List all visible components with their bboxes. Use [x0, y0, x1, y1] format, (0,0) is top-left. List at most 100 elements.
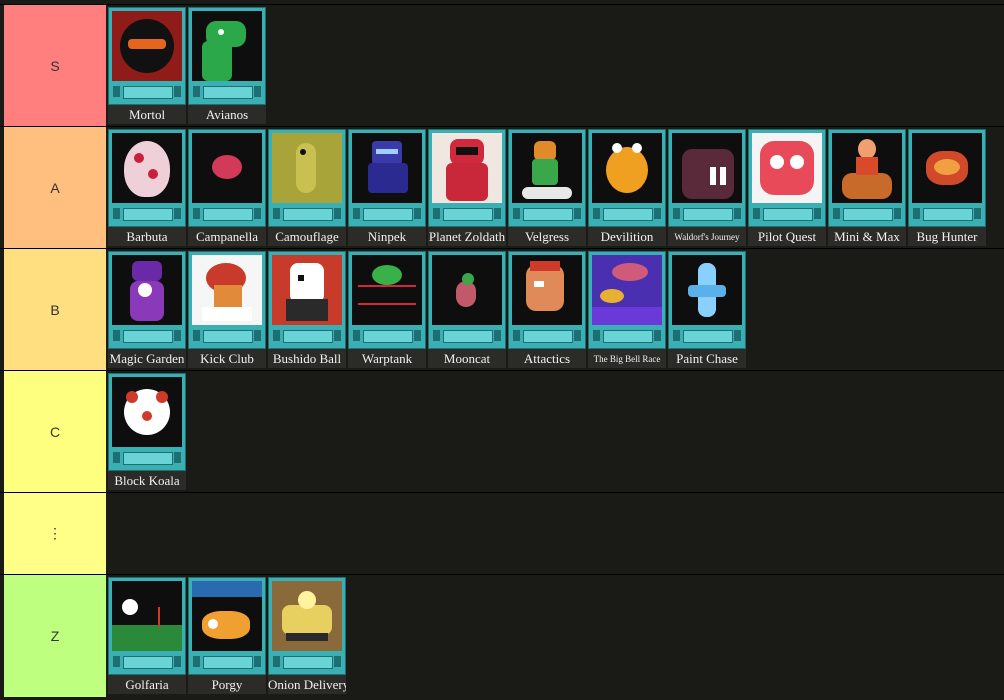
cartridge-image [268, 251, 346, 349]
tier-row-4: C Block Koala [0, 370, 1004, 492]
tier-row-1: S Mortol Avianos [0, 4, 1004, 126]
cartridge-label-slot [683, 330, 733, 343]
game-title: Mooncat [443, 351, 491, 366]
tier-label[interactable]: Z [4, 575, 106, 697]
cartridge-nub [193, 656, 200, 667]
frog-art [592, 133, 662, 203]
bug-art [912, 133, 982, 203]
cartridge-image [188, 577, 266, 675]
game-card[interactable]: Bug Hunter [908, 129, 986, 246]
game-card[interactable]: Barbuta [108, 129, 186, 246]
cartridge-nub [494, 208, 501, 219]
game-title: Camouflage [275, 229, 339, 244]
cartridge-nub [433, 330, 440, 341]
racer-art [672, 255, 742, 325]
samurai-art [272, 255, 342, 325]
game-card[interactable]: Mortol [108, 7, 186, 124]
tier-label[interactable]: S [4, 5, 106, 126]
cat-art [432, 255, 502, 325]
game-card[interactable]: Paint Chase [668, 251, 746, 368]
game-card[interactable]: Mooncat [428, 251, 506, 368]
cartridge-nub [353, 330, 360, 341]
game-card[interactable]: Camouflage [268, 129, 346, 246]
cartridge-nub [273, 330, 280, 341]
game-title: The Big Bell Race [593, 354, 661, 364]
kicker-art [192, 255, 262, 325]
cartridge-nub [593, 208, 600, 219]
game-card[interactable]: Kick Club [188, 251, 266, 368]
koala-art [112, 377, 182, 447]
cartridge-label-slot [523, 330, 573, 343]
game-card[interactable]: Block Koala [108, 373, 186, 490]
game-title: Mini & Max [834, 229, 900, 244]
cartridge-label-slot [603, 208, 653, 221]
cartridge-nub [113, 86, 120, 97]
cartridge-nub [734, 208, 741, 219]
cartridge-image [348, 251, 426, 349]
game-card[interactable]: Magic Garden [108, 251, 186, 368]
cartridge-nub [913, 208, 920, 219]
pilot-art [752, 133, 822, 203]
runner-art [512, 133, 582, 203]
game-title: Pilot Quest [757, 229, 817, 244]
astronaut-art [432, 133, 502, 203]
cartridge-nub [193, 330, 200, 341]
game-card[interactable]: Mini & Max [828, 129, 906, 246]
cartridge-nub [894, 208, 901, 219]
game-card[interactable]: Golfaria [108, 577, 186, 694]
cartridge-label-slot [843, 208, 893, 221]
tier-row-3: B Magic Garden Kick Club Bushido Ball Warpta… [0, 248, 1004, 370]
tier-label[interactable]: B [4, 249, 106, 370]
game-card[interactable]: Onion Delivery [268, 577, 346, 694]
cartridge-label-slot [123, 656, 173, 669]
cartridge-image [668, 129, 746, 227]
game-card[interactable]: Porgy [188, 577, 266, 694]
tier-list-board: S Mortol Avianos A Barbuta Campanella Camoufla… [0, 0, 1004, 700]
cartridge-nub [414, 208, 421, 219]
game-card[interactable]: Attactics [508, 251, 586, 368]
cartridge-nub [193, 86, 200, 97]
cartridge-nub [353, 208, 360, 219]
cartridge-nub [113, 208, 120, 219]
game-card[interactable]: Ninpek [348, 129, 426, 246]
game-card[interactable]: Planet Zoldath [428, 129, 506, 246]
game-card[interactable]: Campanella [188, 129, 266, 246]
game-title: Attactics [523, 351, 571, 366]
cartridge-nub [833, 208, 840, 219]
game-card[interactable]: Bushido Ball [268, 251, 346, 368]
cartridge-image [108, 7, 186, 105]
cartridge-image [188, 129, 266, 227]
cartridge-nub [174, 86, 181, 97]
cartridge-nub [513, 208, 520, 219]
cartridge-nub [494, 330, 501, 341]
game-card[interactable]: The Big Bell Race [588, 251, 666, 368]
game-card[interactable]: Waldorf's Journey [668, 129, 746, 246]
game-card[interactable]: Avianos [188, 7, 266, 124]
orb-art [192, 133, 262, 203]
cartridge-nub [254, 330, 261, 341]
cartridge-label-slot [523, 208, 573, 221]
game-card[interactable]: Velgress [508, 129, 586, 246]
cartridge-nub [433, 208, 440, 219]
cartridge-nub [174, 656, 181, 667]
cartridge-nub [654, 208, 661, 219]
cartridge-nub [334, 208, 341, 219]
game-card[interactable]: Devilition [588, 129, 666, 246]
warrior-art [512, 255, 582, 325]
tier-label[interactable]: C [4, 371, 106, 492]
game-card[interactable]: Warptank [348, 251, 426, 368]
cartridge-nub [974, 208, 981, 219]
tier-label[interactable]: A [4, 127, 106, 248]
game-card[interactable]: Pilot Quest [748, 129, 826, 246]
cartridge-nub [574, 330, 581, 341]
game-title: Velgress [524, 229, 570, 244]
tier-label[interactable]: ⋮ [4, 493, 106, 574]
cartridge-nub [174, 330, 181, 341]
cartridge-nub [753, 208, 760, 219]
ufo-art [592, 255, 662, 325]
cartridge-label-slot [683, 208, 733, 221]
cartridge-image [108, 373, 186, 471]
cartridge-label-slot [123, 86, 173, 99]
cartridge-image [588, 251, 666, 349]
game-title: Ninpek [367, 229, 407, 244]
